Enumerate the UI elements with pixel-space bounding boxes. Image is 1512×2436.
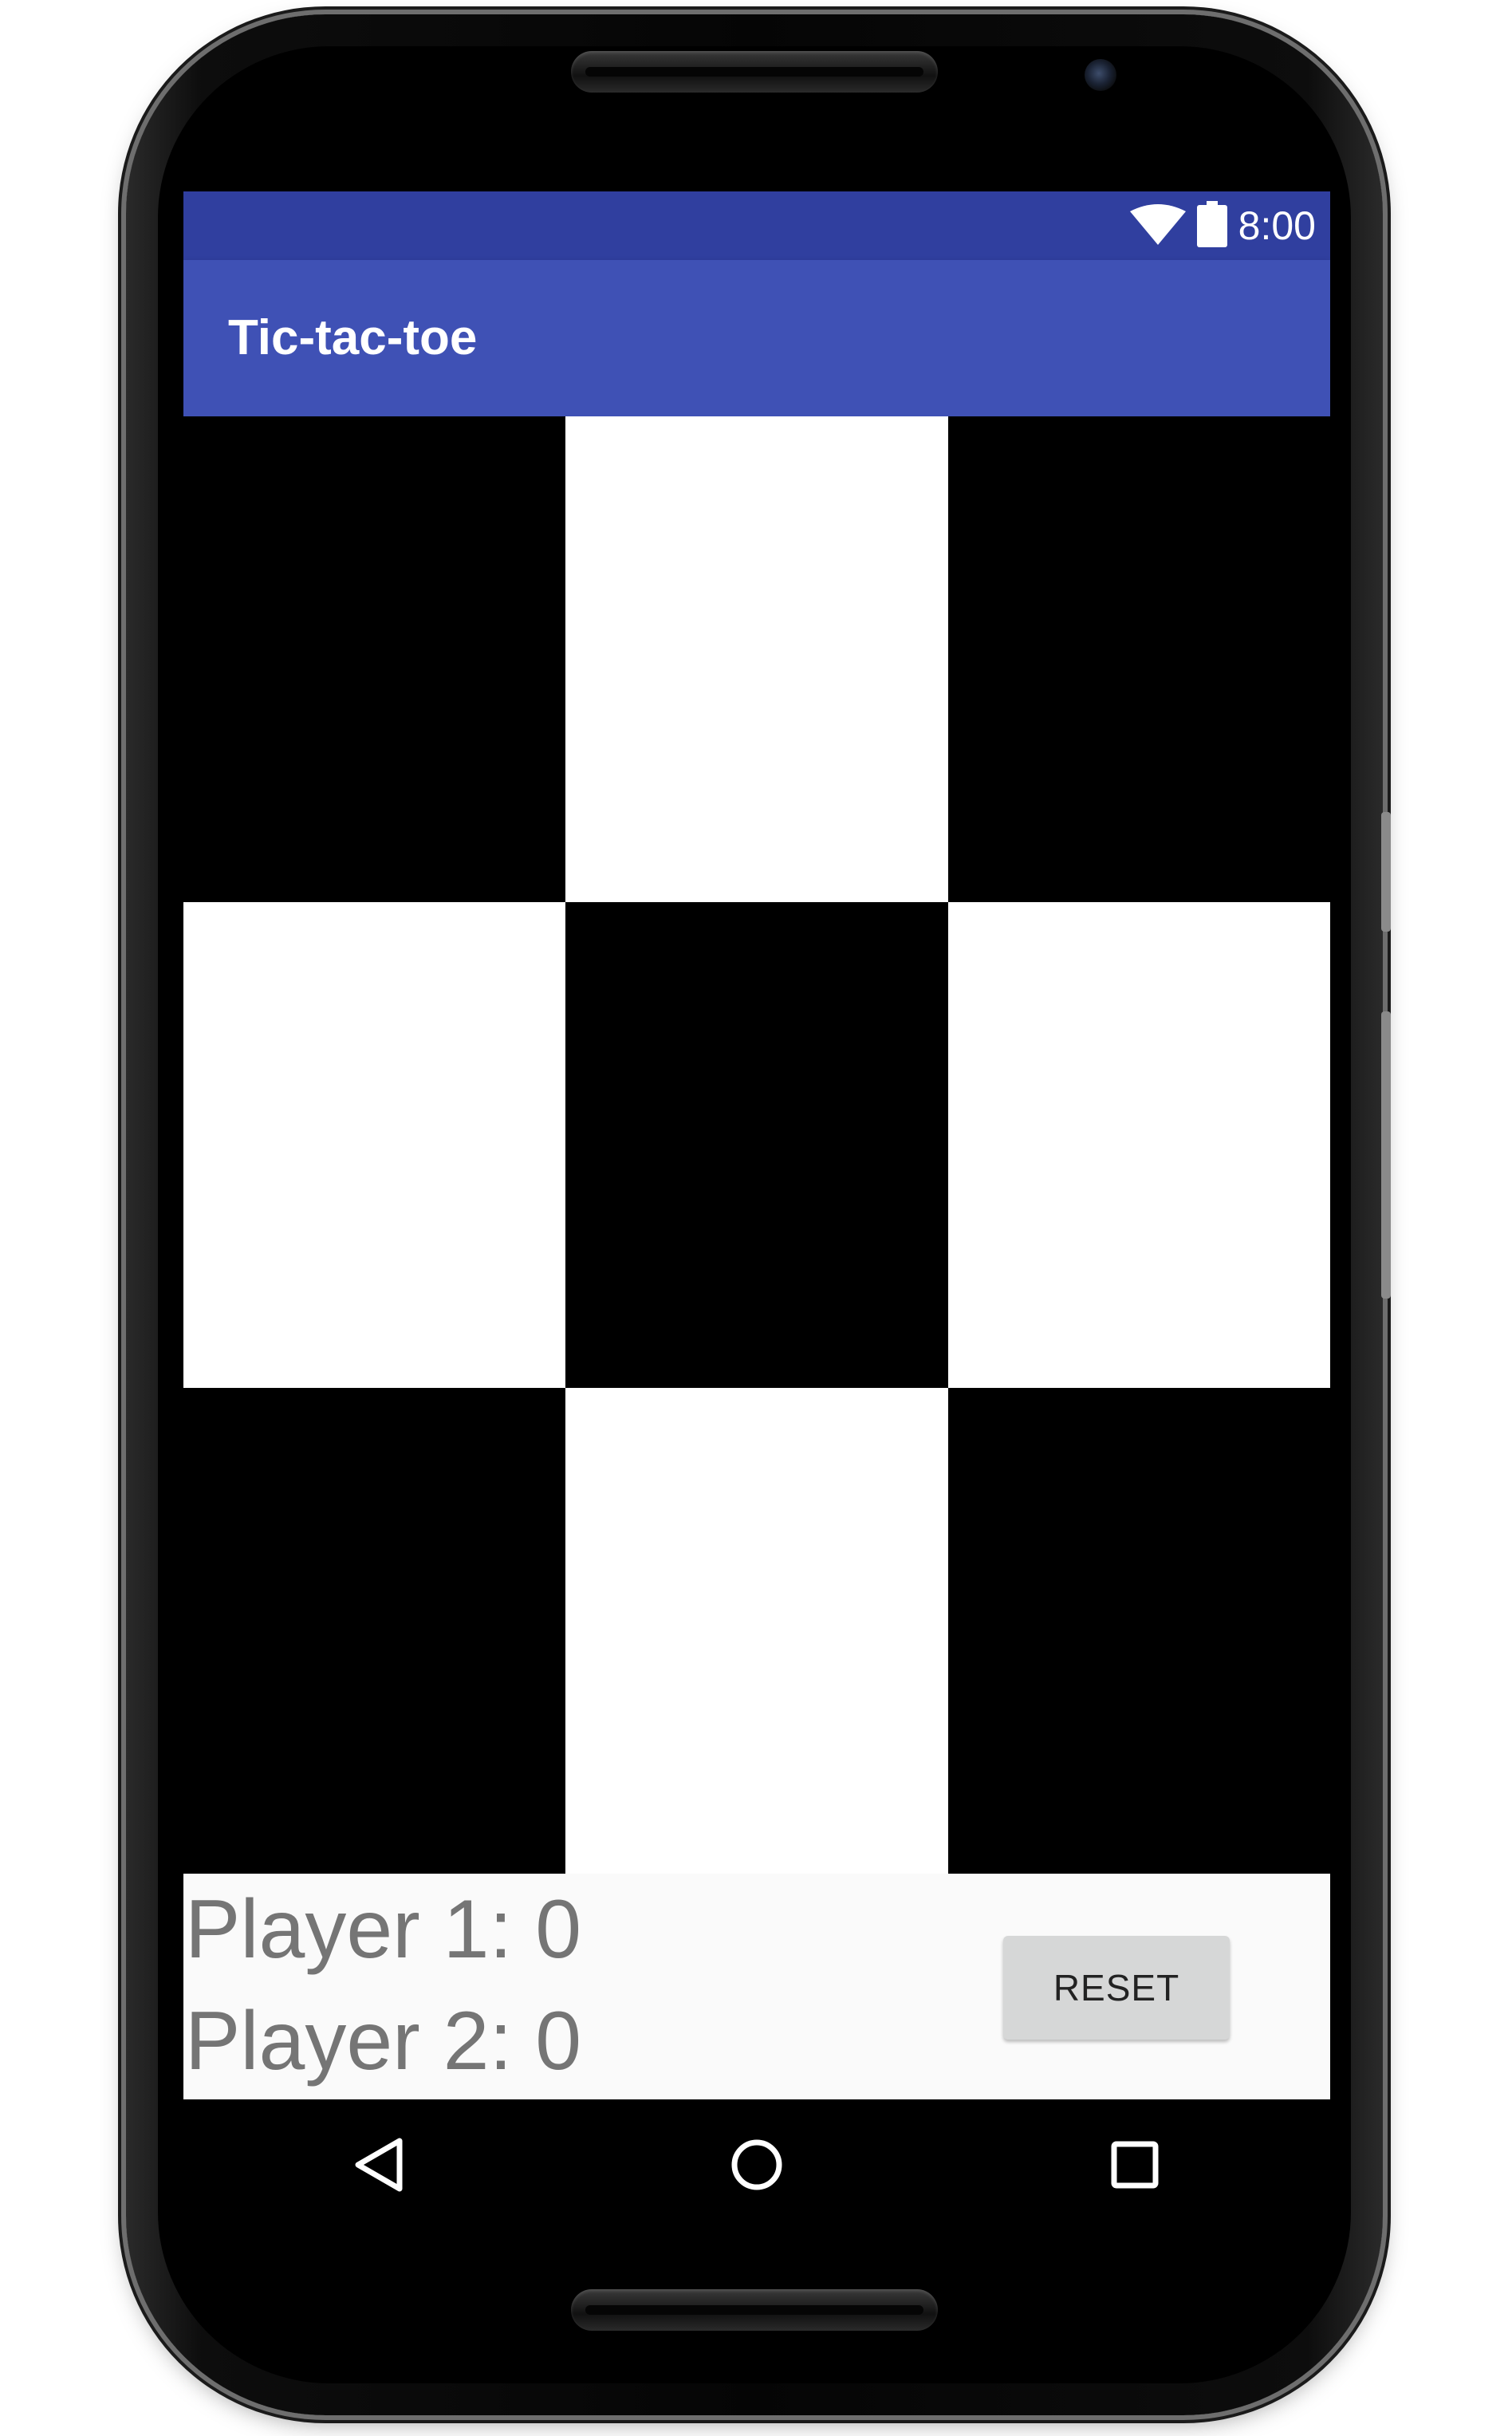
status-bar: 8:00 [183, 191, 1330, 260]
board-cell-3-1[interactable] [183, 1388, 565, 1874]
board-cell-1-1[interactable] [183, 416, 565, 902]
score-panel: Player 1: 0 Player 2: 0 RESET [183, 1874, 1330, 2099]
device-frame: 8:00 Tic-tac-toe Player 1: 0 Player 2: 0… [0, 0, 1512, 2436]
status-icons: 8:00 [1129, 191, 1316, 260]
top-speaker [571, 51, 938, 93]
game-board [183, 416, 1330, 1874]
back-button[interactable] [332, 2119, 427, 2214]
app-toolbar: Tic-tac-toe [183, 260, 1330, 416]
board-cell-3-3[interactable] [948, 1388, 1330, 1874]
home-button[interactable] [709, 2119, 805, 2214]
board-cell-2-3[interactable] [948, 902, 1330, 1388]
app-title: Tic-tac-toe [228, 310, 478, 365]
home-circle-icon [729, 2137, 785, 2197]
bottom-speaker [571, 2289, 938, 2331]
player-1-score: Player 1: 0 [185, 1883, 582, 1976]
status-time: 8:00 [1238, 203, 1316, 248]
battery-icon [1196, 200, 1227, 251]
navigation-bar [183, 2099, 1330, 2233]
player-2-score: Player 2: 0 [185, 1995, 582, 2087]
board-cell-1-3[interactable] [948, 416, 1330, 902]
volume-button [1381, 1011, 1391, 1299]
front-camera [1085, 59, 1116, 91]
recents-square-icon [1109, 2139, 1160, 2194]
recents-button[interactable] [1087, 2119, 1183, 2214]
board-cell-3-2[interactable] [565, 1388, 948, 1874]
reset-button[interactable]: RESET [1003, 1936, 1230, 2040]
wifi-icon [1129, 203, 1186, 249]
board-cell-2-1[interactable] [183, 902, 565, 1388]
board-cell-1-2[interactable] [565, 416, 948, 902]
back-triangle-icon [352, 2136, 408, 2198]
board-cell-2-2[interactable] [565, 902, 948, 1388]
power-button [1381, 812, 1391, 932]
device-screen: 8:00 Tic-tac-toe Player 1: 0 Player 2: 0… [183, 191, 1330, 2233]
